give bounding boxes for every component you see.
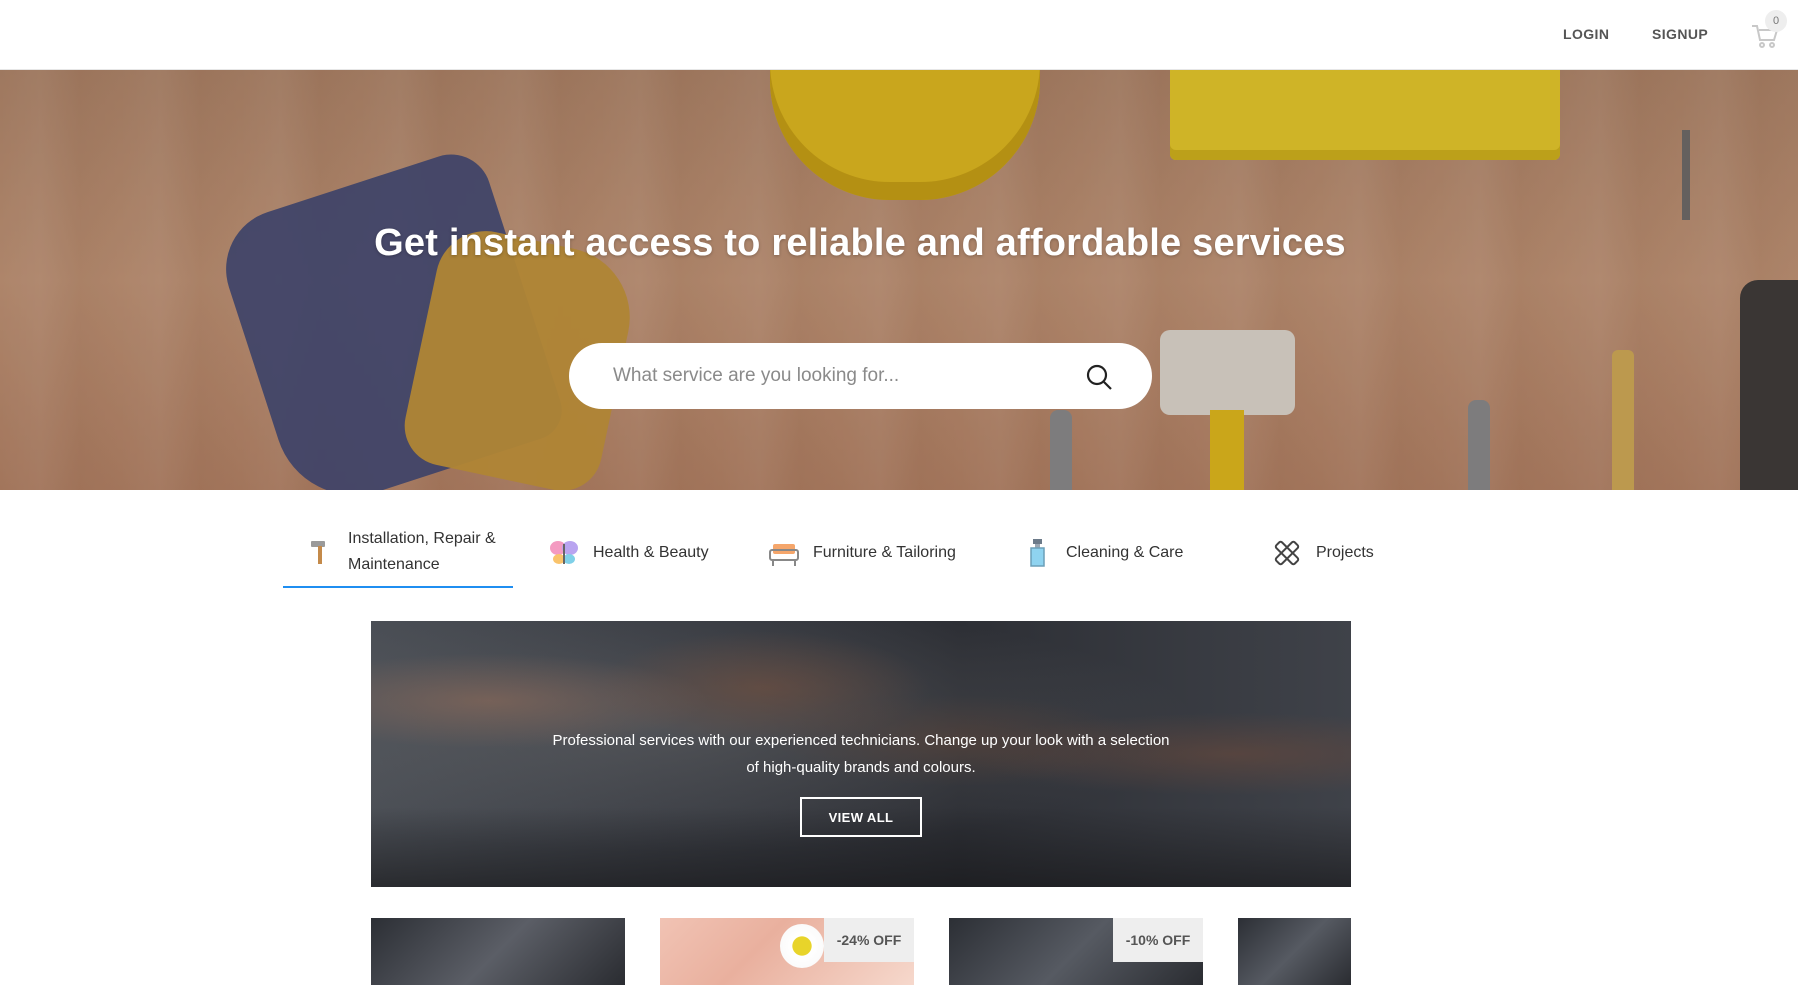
tab-furniture-tailoring[interactable]: Furniture & Tailoring <box>767 518 987 588</box>
promo-banner: Professional services with our experienc… <box>371 621 1351 887</box>
service-card[interactable] <box>1238 918 1351 985</box>
butterfly-icon <box>547 536 581 570</box>
signup-link[interactable]: SIGNUP <box>1652 26 1708 42</box>
service-card[interactable]: -24% OFF <box>660 918 914 985</box>
top-navigation-bar: LOGIN SIGNUP 0 <box>0 0 1798 70</box>
tab-health-beauty[interactable]: Health & Beauty <box>547 518 747 588</box>
hero-title: Get instant access to reliable and affor… <box>374 222 1346 264</box>
view-all-button[interactable]: VIEW ALL <box>800 797 922 837</box>
tab-label: Installation, Repair & Maintenance <box>348 530 496 573</box>
flower-image <box>780 924 824 968</box>
tab-label: Health & Beauty <box>593 544 709 561</box>
discount-badge: -10% OFF <box>1113 918 1203 962</box>
tab-label: Cleaning & Care <box>1066 544 1184 561</box>
login-link[interactable]: LOGIN <box>1563 26 1609 42</box>
spray-bottle-icon <box>1020 536 1054 570</box>
banner-description: Professional services with our experienc… <box>552 732 1170 776</box>
tab-projects[interactable]: Projects <box>1270 518 1420 588</box>
service-card[interactable] <box>371 918 625 985</box>
tab-label: Furniture & Tailoring <box>813 544 956 561</box>
tab-label: Projects <box>1316 544 1374 561</box>
search-bar <box>569 343 1152 409</box>
cart-count-badge: 0 <box>1765 10 1787 32</box>
hero-overlay <box>0 70 1798 490</box>
discount-badge: -24% OFF <box>824 918 914 962</box>
tab-cleaning-care[interactable]: Cleaning & Care <box>1020 518 1210 588</box>
tab-installation-repair-maintenance[interactable]: Installation, Repair & Maintenance <box>283 518 513 588</box>
service-card[interactable]: -10% OFF <box>949 918 1203 985</box>
search-input[interactable] <box>613 343 1053 409</box>
hero-banner <box>0 70 1798 490</box>
tools-crossed-icon <box>1270 536 1304 570</box>
hammer-icon <box>303 535 336 569</box>
search-icon[interactable] <box>1085 363 1113 391</box>
sofa-icon <box>767 536 801 570</box>
